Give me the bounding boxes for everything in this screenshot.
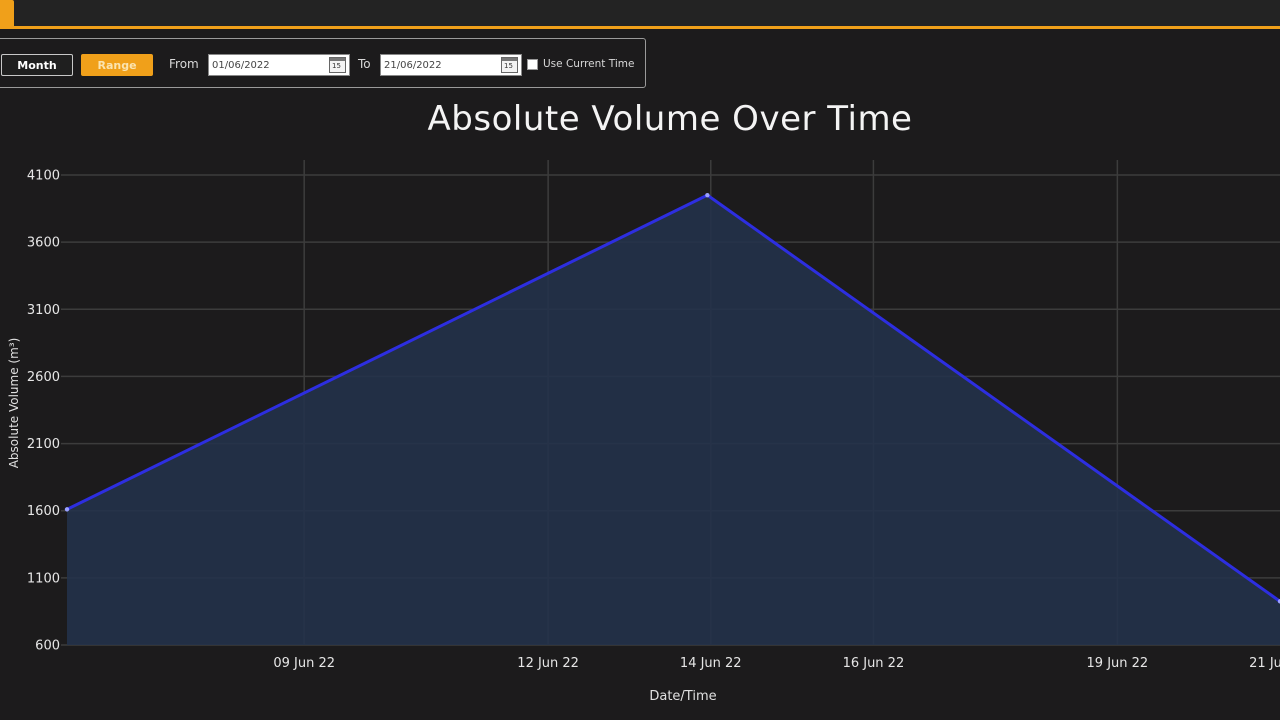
y-tick-label: 2600 bbox=[27, 370, 60, 385]
y-axis-label: Absolute Volume (m³) bbox=[7, 338, 21, 469]
area-chart: 600 1100 1600 2100 2600 3100 3600 4100 09 Jun 22… bbox=[7, 160, 1280, 704]
data-point[interactable] bbox=[64, 507, 70, 512]
x-tick-label: 21 Jun 22 bbox=[1249, 656, 1280, 671]
y-tick-label: 3100 bbox=[27, 303, 60, 318]
y-tick-label: 1100 bbox=[27, 571, 60, 586]
y-tick-label: 2100 bbox=[27, 437, 60, 452]
y-tick-label: 600 bbox=[35, 639, 60, 654]
x-tick-label: 12 Jun 22 bbox=[517, 656, 579, 671]
area-layer bbox=[64, 192, 1280, 645]
x-axis-label: Date/Time bbox=[649, 689, 716, 704]
x-tick-label: 19 Jun 22 bbox=[1087, 656, 1149, 671]
y-tick-label: 1600 bbox=[27, 504, 60, 519]
x-tick-label: 16 Jun 22 bbox=[843, 656, 905, 671]
data-point[interactable] bbox=[705, 192, 710, 198]
x-tick-label: 14 Jun 22 bbox=[680, 656, 742, 671]
x-tick-label: 09 Jun 22 bbox=[273, 656, 335, 671]
y-tick-label: 4100 bbox=[27, 169, 60, 184]
y-tick-label: 3600 bbox=[27, 236, 60, 251]
